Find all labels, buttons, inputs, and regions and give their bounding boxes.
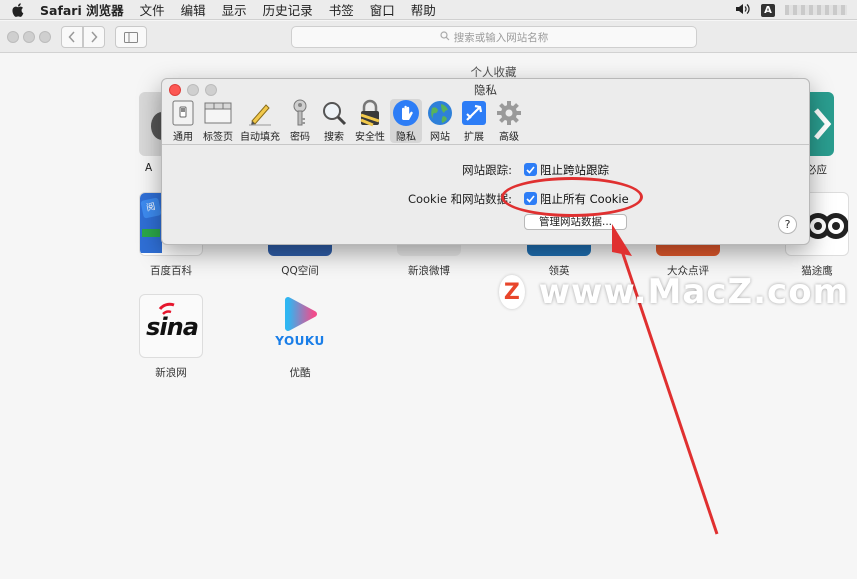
watermark-logo-icon: Z — [499, 275, 525, 309]
watermark-text: www.MacZ.com — [538, 272, 849, 312]
watermark: Z www.MacZ.com — [499, 272, 849, 312]
